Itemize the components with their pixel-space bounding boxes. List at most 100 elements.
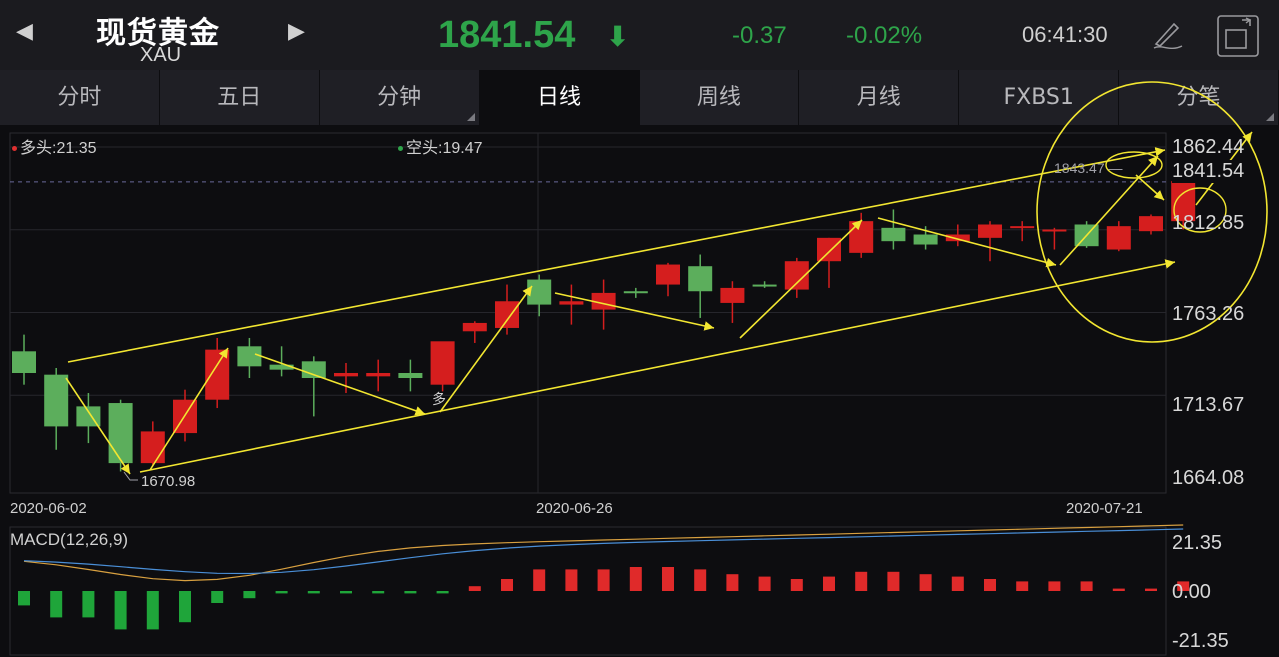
macd-bar	[372, 591, 385, 594]
candle-body	[688, 266, 713, 292]
macd-bar	[468, 586, 481, 591]
candle-body	[398, 373, 423, 379]
macd-bar	[1112, 588, 1125, 591]
y-tick-label: 1664.08	[1172, 467, 1245, 489]
candle-body	[430, 341, 455, 385]
macd-bar	[275, 591, 288, 594]
macd-bar	[50, 591, 63, 618]
macd-bar	[565, 569, 578, 591]
macd-bar	[662, 567, 674, 591]
macd-bar	[823, 576, 835, 591]
y-tick-label: 1713.67	[1172, 394, 1245, 416]
y-tick-label: 1763.26	[1172, 303, 1245, 325]
macd-bar	[919, 574, 932, 591]
short-indicator: 空头:19.47	[398, 134, 483, 158]
macd-dea-line	[23, 528, 1184, 575]
macd-bar	[501, 579, 513, 591]
candle-body	[140, 431, 165, 464]
candle-body	[1042, 229, 1067, 232]
channel-lower-line	[139, 259, 1176, 473]
macd-bar	[597, 569, 610, 591]
macd-bar	[1145, 588, 1157, 591]
macd-bar	[82, 591, 95, 618]
macd-bar	[114, 591, 127, 630]
macd-bar	[243, 591, 256, 599]
macd-series	[18, 524, 1190, 630]
macd-bar	[340, 591, 352, 594]
macd-bar	[179, 591, 191, 623]
candle-body	[849, 221, 874, 253]
candle-body	[237, 346, 262, 367]
candle-body	[366, 373, 391, 377]
candlestick-series	[12, 176, 1196, 472]
macd-bar	[629, 567, 642, 591]
macd-bar	[533, 569, 546, 591]
macd-bar	[1016, 581, 1029, 591]
candle-body	[108, 403, 133, 464]
macd-bar	[694, 569, 707, 591]
candle-body	[978, 224, 1002, 238]
candle-body	[656, 264, 680, 285]
macd-title: MACD(12,26,9)	[10, 530, 129, 549]
candle-body	[752, 284, 777, 287]
candle-body	[817, 237, 841, 262]
long-dot-icon	[12, 146, 17, 152]
macd-bar	[984, 579, 996, 591]
macd-bar	[887, 571, 900, 591]
macd-bar	[790, 579, 803, 591]
low-price-annotation: 1670.98	[141, 473, 195, 490]
candle-body	[495, 301, 519, 328]
high-price-annotation: 1843.47 —	[1054, 160, 1123, 176]
macd-bar	[436, 591, 449, 594]
candle-body	[44, 374, 69, 427]
x-tick-label: 2020-06-26	[536, 500, 613, 517]
short-dot-icon	[398, 146, 403, 152]
x-tick-label: 2020-06-02	[10, 500, 87, 517]
candle-body	[559, 301, 584, 305]
candle-body	[205, 349, 230, 400]
macd-bar	[404, 591, 417, 594]
macd-y-label: -21.35	[1172, 630, 1229, 652]
y-tick-label: 1862.44	[1172, 136, 1245, 158]
macd-y-label: 21.35	[1172, 532, 1223, 554]
channel-upper-line	[67, 147, 1166, 363]
candle-body	[1010, 226, 1035, 229]
macd-bar	[146, 591, 159, 630]
candle-body	[720, 287, 745, 303]
macd-bar	[726, 574, 739, 591]
macd-bar	[18, 591, 30, 606]
trend-arrow	[1135, 174, 1165, 201]
trend-arrow	[877, 217, 1057, 268]
chart-grid	[9, 132, 1167, 656]
candle-body	[945, 234, 970, 242]
macd-bar	[211, 591, 224, 603]
x-tick-label: 2020-07-21	[1066, 500, 1143, 517]
trend-arrow	[254, 353, 426, 416]
trend-arrow	[554, 292, 715, 331]
trend-arrow	[149, 347, 229, 471]
kline-chart[interactable]: 1843.47 — 1670.98 多	[0, 0, 1279, 657]
low-price-pointer	[123, 471, 138, 481]
candle-body	[881, 227, 906, 242]
candle-body	[1106, 226, 1131, 250]
macd-bar	[951, 576, 964, 591]
macd-bar	[1080, 581, 1093, 591]
candle-body	[12, 351, 36, 374]
y-tick-label: 1812.85	[1172, 212, 1245, 234]
long-signal-marker: 多	[432, 391, 446, 408]
macd-y-label: 0.00	[1172, 581, 1211, 603]
candle-body	[527, 279, 552, 305]
candle-body	[623, 291, 648, 294]
candle-body	[913, 234, 938, 245]
trend-arrow	[739, 219, 863, 339]
long-indicator: 多头:21.35	[12, 134, 97, 158]
candle-body	[462, 322, 487, 332]
macd-bar	[758, 576, 771, 591]
candle-body	[1139, 216, 1163, 232]
trend-annotations: 1843.47 — 1670.98 多	[65, 81, 1268, 490]
macd-bar	[1048, 581, 1061, 591]
macd-bar	[307, 591, 320, 594]
macd-bar	[855, 571, 868, 591]
candle-body	[334, 373, 358, 377]
current-price-label: 1841.54	[1172, 160, 1245, 183]
